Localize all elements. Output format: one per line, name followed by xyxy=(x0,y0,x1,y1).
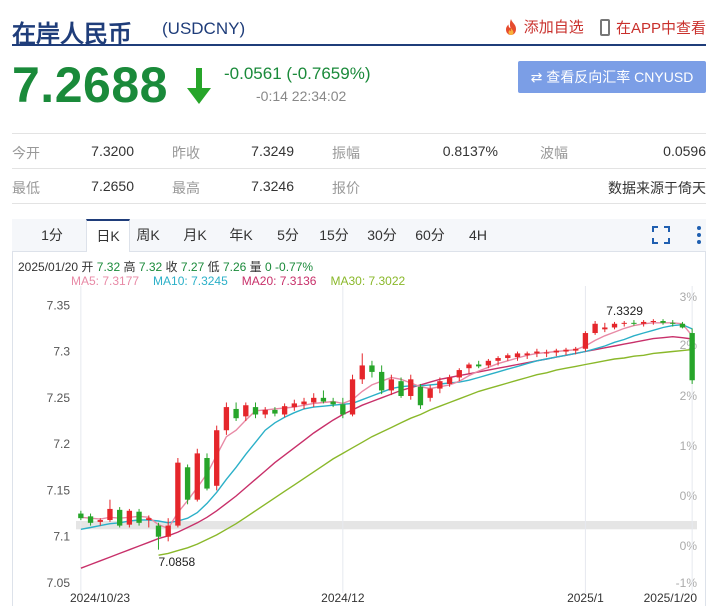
tab-0[interactable]: 1分 xyxy=(38,219,66,251)
stat-value: 7.3246 xyxy=(251,178,294,194)
tab-1[interactable]: 日K xyxy=(86,219,130,252)
volume-value: 0 xyxy=(265,260,272,274)
ma-legend-item: MA10: 7.3245 xyxy=(153,274,228,288)
reverse-rate-button[interactable]: ⇄ 查看反向汇率 CNYUSD xyxy=(518,61,706,93)
tab-7[interactable]: 30分 xyxy=(366,219,398,251)
stat-label: 今开 xyxy=(12,145,40,161)
stats-row: 今开 7.3200 昨收 7.3249 振幅 0.8137% 波幅 0.0596 xyxy=(12,134,706,169)
tab-6[interactable]: 15分 xyxy=(318,219,350,251)
tab-3[interactable]: 月K xyxy=(180,219,210,251)
stat-label: 波幅 xyxy=(540,145,568,161)
tab-8[interactable]: 60分 xyxy=(414,219,446,251)
phone-icon xyxy=(599,18,610,36)
stat-label: 最高 xyxy=(172,180,200,196)
page-title: 在岸人民币 xyxy=(12,21,132,48)
high-label: 高 xyxy=(123,260,136,274)
stat-label: 报价 xyxy=(332,180,360,196)
low-label: 低 xyxy=(207,260,220,274)
ohlc-date: 2025/01/20 xyxy=(18,260,79,274)
stat-value: 0.8137% xyxy=(442,143,498,159)
add-watchlist-label: 添加自选 xyxy=(523,19,584,36)
tab-4[interactable]: 年K xyxy=(226,219,256,251)
symbol-code: (USDCNY) xyxy=(162,19,246,38)
price-change: -0.0561 (-0.7659%) xyxy=(224,64,371,83)
stat-label: 最低 xyxy=(12,180,40,196)
ohlc-info: 2025/01/20 开 7.32 高 7.32 收 7.27 低 7.26 量… xyxy=(18,258,313,275)
tab-5[interactable]: 5分 xyxy=(274,219,302,251)
quote-time: -0:14 22:34:02 xyxy=(256,88,347,104)
header-actions: 添加自选 在APP中查看 xyxy=(491,16,706,40)
stat-value: 7.2650 xyxy=(91,178,134,194)
stats-table: 今开 7.3200 昨收 7.3249 振幅 0.8137% 波幅 0.0596… xyxy=(12,133,706,204)
fullscreen-icon[interactable] xyxy=(652,226,670,244)
swap-icon: ⇄ xyxy=(530,69,547,85)
high-value: 7.32 xyxy=(138,260,163,274)
stat-label: 昨收 xyxy=(172,145,200,161)
down-arrow-icon xyxy=(187,68,211,104)
stat-value: 7.3249 xyxy=(251,143,294,159)
view-in-app-label: 在APP中查看 xyxy=(615,19,706,37)
ma-legend-item: MA5: 7.3177 xyxy=(71,274,140,288)
low-value: 7.26 xyxy=(222,260,247,274)
stat-value: 7.3200 xyxy=(91,143,134,159)
tab-2[interactable]: 周K xyxy=(133,219,163,251)
period-tabs: 1分 日K 周K 月K 年K 5分 15分 30分 60分 4H xyxy=(12,219,706,252)
open-value: 7.32 xyxy=(96,260,121,274)
close-label: 收 xyxy=(165,260,178,274)
reverse-rate-label: 查看反向汇率 CNYUSD xyxy=(546,69,694,85)
stats-row: 最低 7.2650 最高 7.3246 报价 数据来源于倚天 xyxy=(12,169,706,204)
stat-label: 振幅 xyxy=(332,145,360,161)
fire-icon xyxy=(505,18,516,35)
volume-label: 量 xyxy=(249,260,262,274)
pct-change: -0.77% xyxy=(275,260,314,274)
current-price: 7.2688 xyxy=(12,57,168,113)
tab-9[interactable]: 4H xyxy=(464,219,492,251)
ma-legend: MA5: 7.3177 MA10: 7.3245 MA20: 7.3136 MA30:… xyxy=(71,274,419,288)
view-in-app-button[interactable]: 在APP中查看 xyxy=(599,17,706,38)
ma-legend-item: MA30: 7.3022 xyxy=(330,274,406,288)
more-icon[interactable] xyxy=(696,225,702,245)
data-source: 数据来源于倚天 xyxy=(608,180,706,196)
open-label: 开 xyxy=(81,260,94,274)
close-value: 7.27 xyxy=(180,260,205,274)
add-watchlist-button[interactable]: 添加自选 xyxy=(503,16,584,37)
quote-header: 在岸人民币 (USDCNY) 添加自选 在APP中查看 xyxy=(12,8,706,48)
stat-value: 0.0596 xyxy=(663,143,706,159)
ma-legend-item: MA20: 7.3136 xyxy=(241,274,317,288)
